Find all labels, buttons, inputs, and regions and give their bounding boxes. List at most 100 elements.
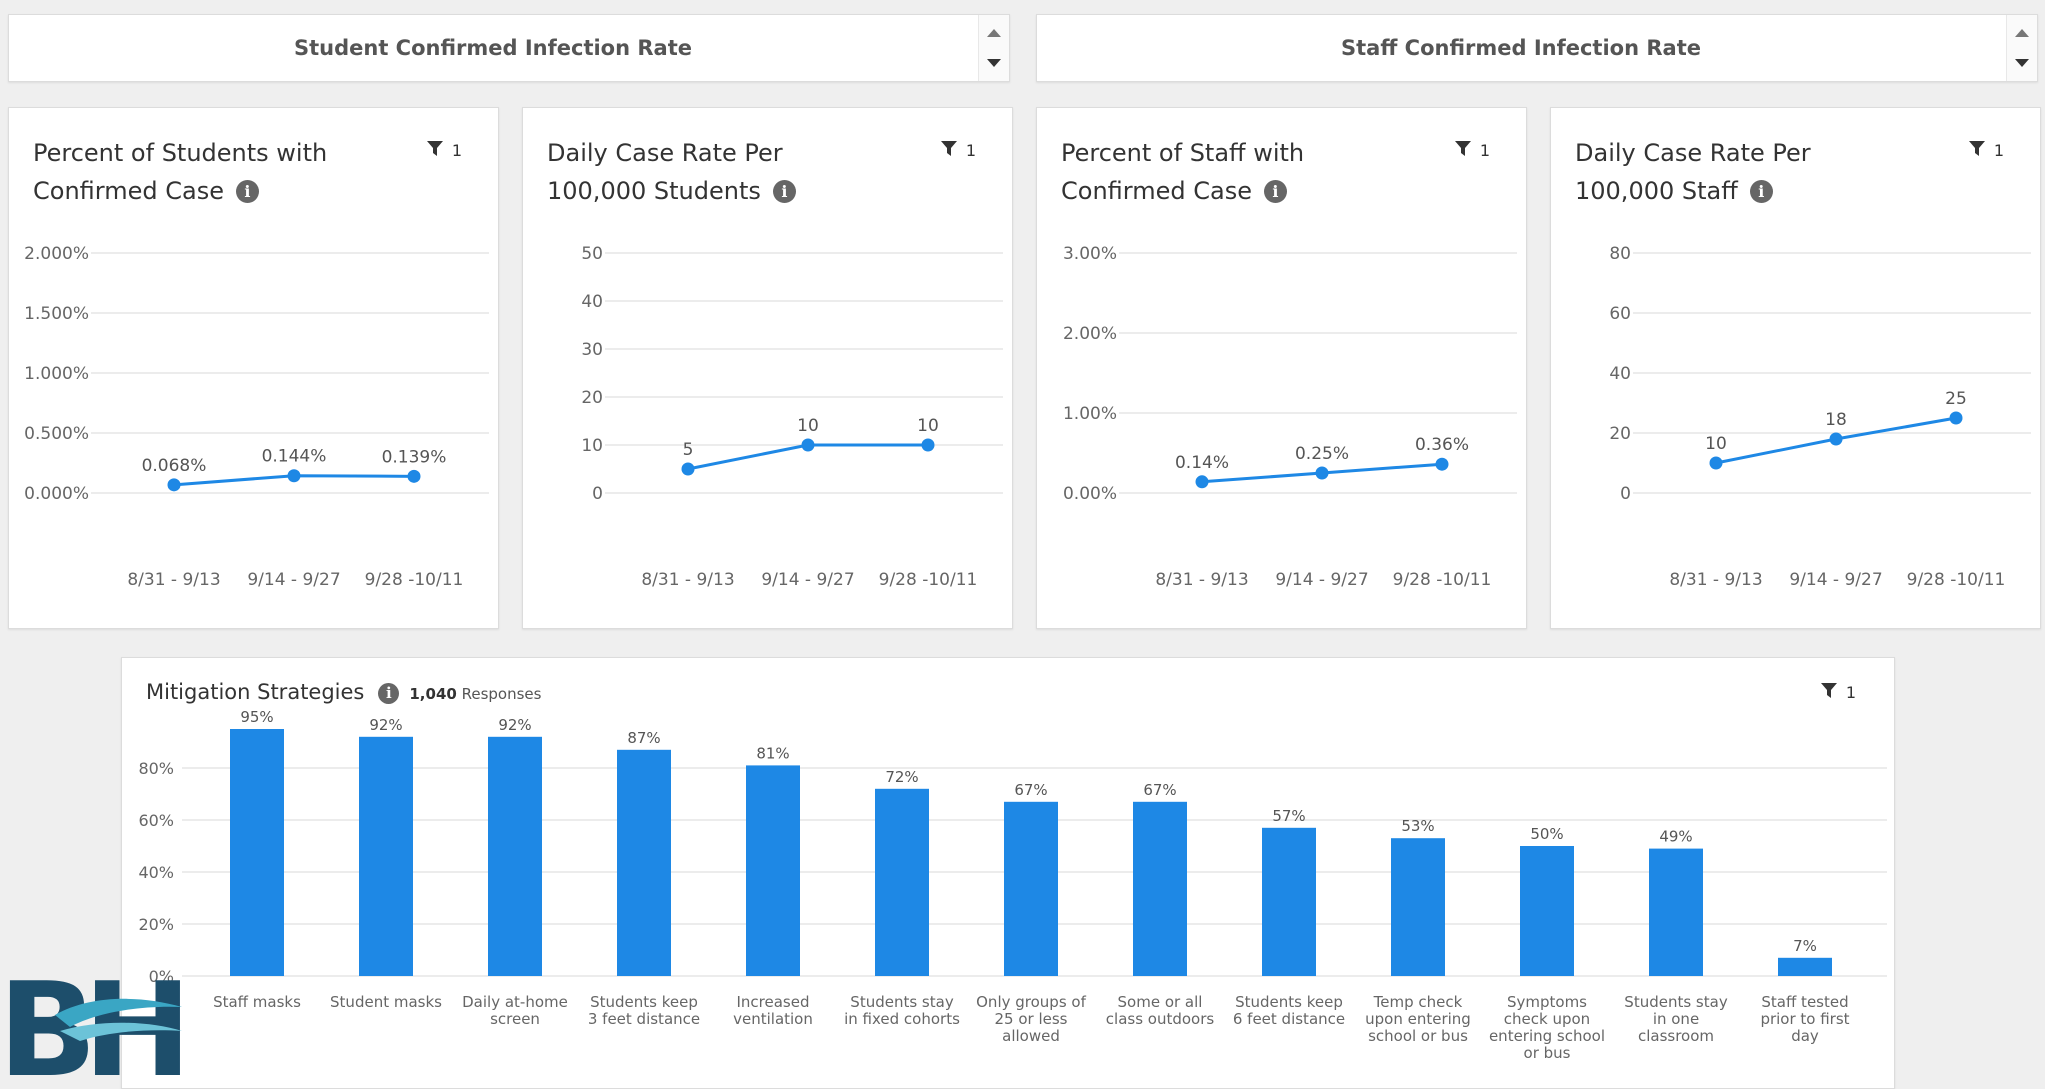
bar [1520,846,1574,976]
x-tick-label: Students keep 3 feet distance [588,993,700,1028]
data-point [407,469,421,483]
x-tick-label-line: classroom [1638,1027,1714,1045]
x-tick-label-line: screen [490,1010,540,1028]
data-label: 95% [240,708,273,726]
x-tick-label-line: Students stay [850,993,954,1011]
x-tick-label-line: Staff tested [1761,993,1848,1011]
y-tick-label: 80 [1609,244,1631,264]
y-tick-label: 1.000% [24,364,89,384]
staff-section-scrollbar[interactable] [2006,15,2037,81]
bar [617,749,671,976]
bar [1391,838,1445,976]
x-tick-label: 8/31 - 9/13 [127,570,220,590]
line-chart: 0.00% 1.00% 2.00% 3.00% 8/31 - 9/13 9/14 - 9/… [1063,244,1517,590]
x-tick-label-line: day [1791,1027,1819,1045]
data-point [681,462,695,476]
x-tick-label-line: Staff masks [213,993,301,1011]
bar [1649,848,1703,976]
y-tick-label: 40 [581,292,603,312]
x-tick-label-line: check upon [1504,1010,1590,1028]
x-tick-label: 8/31 - 9/13 [1669,570,1762,590]
y-tick-label: 0.00% [1063,484,1117,504]
y-tick-label: 0.000% [24,484,89,504]
data-label: 57% [1272,807,1305,825]
y-tick-label: 40 [1609,364,1631,384]
data-point [1315,466,1329,480]
x-tick-label-line: ventilation [733,1010,813,1028]
data-point [801,438,815,452]
y-tick-label: 1.500% [24,304,89,324]
bar [1133,801,1187,976]
x-tick-label-line: Student masks [330,993,442,1011]
bar [488,736,542,976]
y-tick-label: 50 [581,244,603,264]
data-label: 18 [1825,410,1847,430]
x-tick-label: Staff masks [213,993,301,1011]
x-tick-label: 9/28 -10/11 [1393,570,1492,590]
bar [1004,801,1058,976]
data-label: 81% [756,744,789,762]
scroll-down-icon[interactable] [2015,59,2029,67]
data-point [167,478,181,492]
data-label: 10 [917,416,939,436]
logo-text: BH [0,965,180,1083]
x-tick-label: Students stay in fixed cohorts [844,993,960,1028]
x-tick-label-line: 3 feet distance [588,1010,700,1028]
x-tick-label-line: Some or all [1118,993,1203,1011]
x-tick-label: Increased ventilation [733,993,813,1028]
data-label: 87% [627,729,660,747]
line-chart: 0 10 20 30 40 50 8/31 - 9/13 9/14 - 9/27 9/28 -1… [581,244,1003,590]
bar [359,736,413,976]
mitigation-strategies-panel: Mitigation Strategies i 1,040 Responses 1 … [121,657,1895,1089]
x-tick-label: 9/28 -10/11 [1907,570,2006,590]
data-label: 10 [797,416,819,436]
x-tick-label-line: Temp check [1373,993,1463,1011]
x-tick-label: 8/31 - 9/13 [641,570,734,590]
bar [230,729,284,976]
x-tick-label-line: school or bus [1368,1027,1468,1045]
scroll-up-icon[interactable] [987,29,1001,37]
y-tick-label: 20 [581,388,603,408]
data-point [1435,457,1449,471]
scroll-up-icon[interactable] [2015,29,2029,37]
data-label: 92% [369,716,402,734]
x-tick-label-line: or bus [1524,1044,1571,1062]
y-tick-label: 2.00% [1063,324,1117,344]
x-tick-label: Only groups of 25 or less allowed [976,993,1086,1045]
student-section-scrollbar[interactable] [978,15,1009,81]
line-chart: 0.000% 0.500% 1.000% 1.500% 2.000% 8/31 - 9/1… [24,244,489,590]
staff-section-header: Staff Confirmed Infection Rate [1036,14,2038,82]
x-tick-label: Daily at-home screen [462,993,568,1028]
x-tick-label: 9/28 -10/11 [365,570,464,590]
students-rate-card: Daily Case Rate Per 100,000 Students i 1 … [522,107,1013,629]
y-tick-label: 0 [1620,484,1631,504]
y-tick-label: 1.00% [1063,404,1117,424]
y-tick-label: 3.00% [1063,244,1117,264]
data-point [287,469,301,483]
data-label: 53% [1401,817,1434,835]
data-label: 25 [1945,389,1967,409]
data-point [1195,475,1209,489]
bar [1778,957,1832,976]
data-label: 0.36% [1415,435,1469,455]
data-label: 50% [1530,825,1563,843]
line-chart: 0 20 40 60 80 8/31 - 9/13 9/14 - 9/27 9/28 -10/… [1609,244,2031,590]
data-label: 0.144% [262,447,327,467]
x-tick-label: 9/14 - 9/27 [1275,570,1368,590]
data-label: 5 [683,440,694,460]
data-label: 0.139% [382,447,447,467]
y-tick-label: 40% [138,863,174,882]
data-label: 10 [1705,434,1727,454]
y-tick-label: 30 [581,340,603,360]
x-tick-label-line: Students stay [1624,993,1728,1011]
x-tick-label: 9/14 - 9/27 [761,570,854,590]
x-tick-label-line: in one [1653,1010,1699,1028]
student-section-title: Student Confirmed Infection Rate [293,36,692,60]
bar [1262,827,1316,976]
x-tick-label-line: class outdoors [1106,1010,1215,1028]
data-point [1829,432,1843,446]
x-tick-label-line: Students keep [590,993,698,1011]
y-tick-label: 80% [138,759,174,778]
y-tick-label: 0.500% [24,424,89,444]
scroll-down-icon[interactable] [987,59,1001,67]
